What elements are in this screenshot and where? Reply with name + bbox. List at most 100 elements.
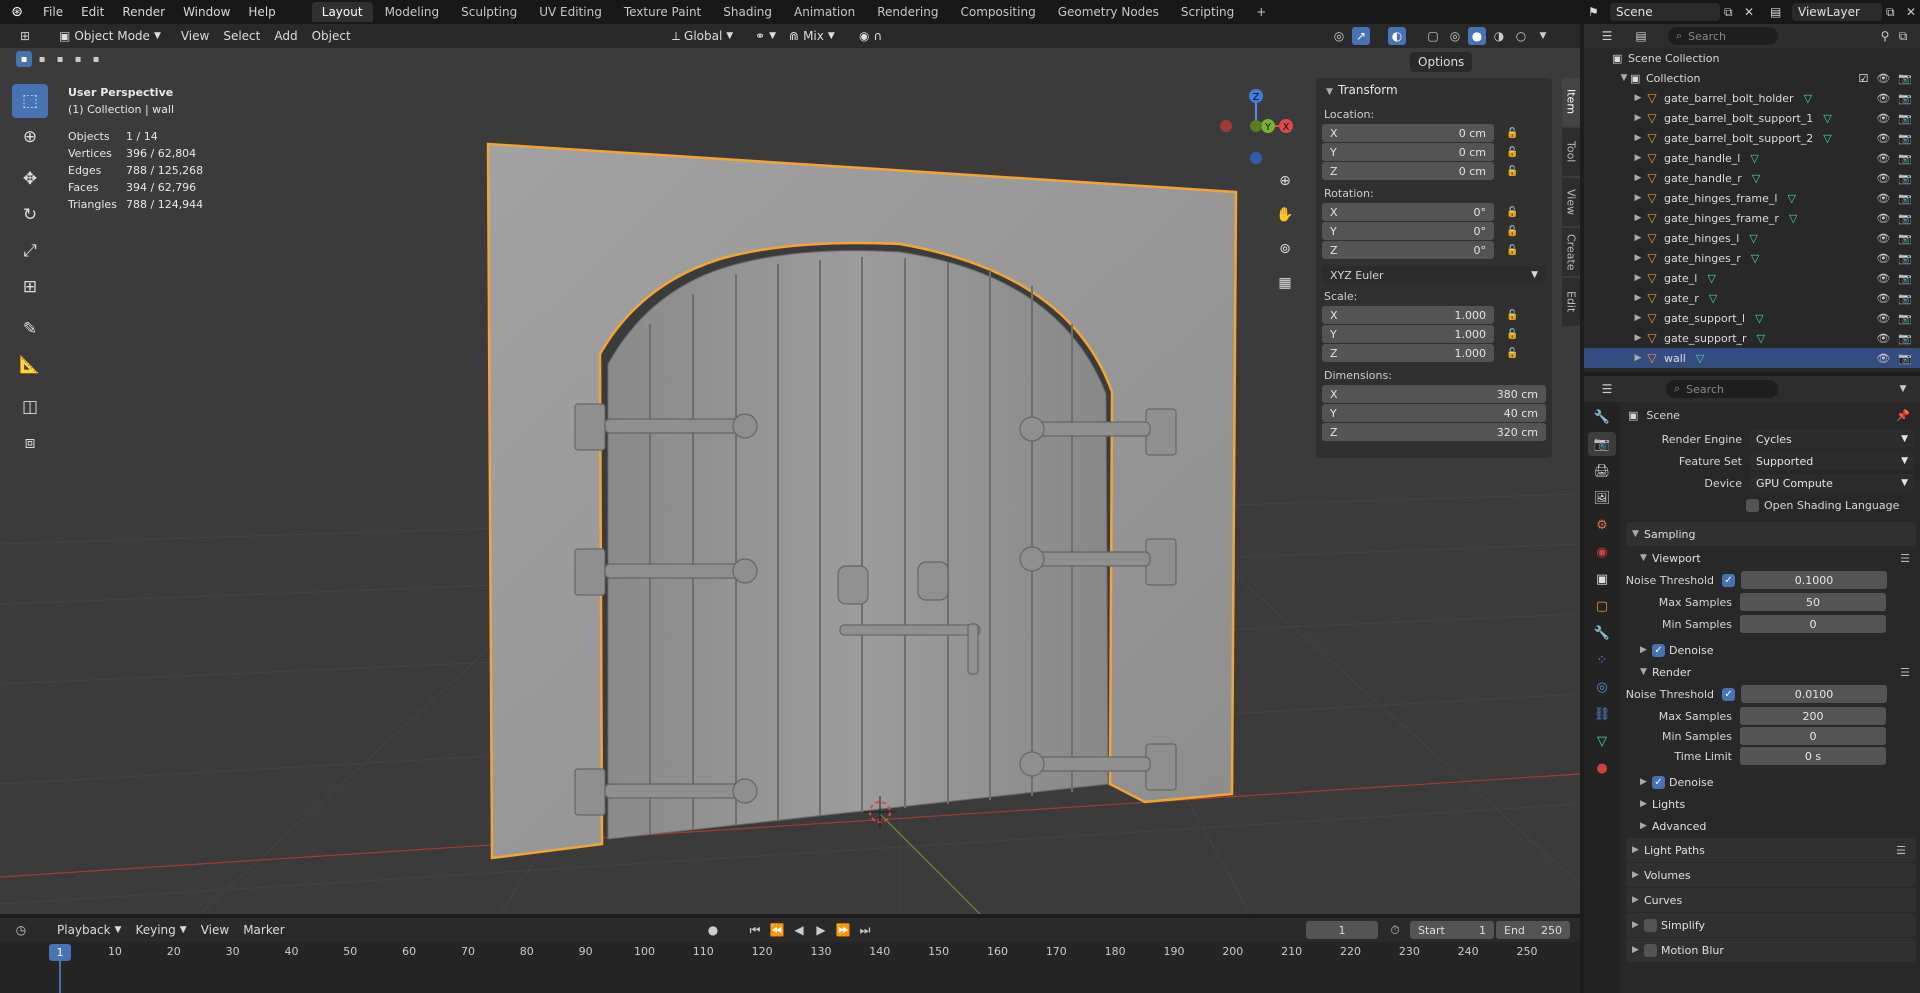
eye-icon[interactable]: 👁 bbox=[1876, 292, 1890, 305]
dimension-y-field[interactable]: Y 40 cm bbox=[1322, 404, 1546, 422]
rendered-shading-icon[interactable]: ○ bbox=[1512, 27, 1530, 45]
view-layer-icon[interactable]: ▤ bbox=[1770, 5, 1788, 19]
pan-hand-icon[interactable]: ✋ bbox=[1272, 202, 1298, 228]
outliner-object-row[interactable]: ▶ ▽ gate_hinges_frame_l ▽ 👁 📷 bbox=[1584, 188, 1920, 208]
snap-selector[interactable]: ⋒ Mix ▼ bbox=[782, 26, 842, 46]
light-paths-section[interactable]: ▶ Light Paths ☰ bbox=[1626, 838, 1916, 862]
timeline[interactable]: 10 20 30 40 50 60 70 80 90 100 110 120 130 140 150 160 1… bbox=[0, 942, 1580, 993]
jump-end-icon[interactable]: ⏭ bbox=[856, 921, 874, 939]
r-min-samples-field[interactable]: 0 bbox=[1740, 727, 1886, 745]
annotate-tool-icon[interactable]: ✎ bbox=[12, 312, 48, 346]
lock-icon[interactable]: 🔓 bbox=[1506, 166, 1520, 177]
tab-texture-paint[interactable]: Texture Paint bbox=[614, 2, 711, 22]
tab-rendering[interactable]: Rendering bbox=[867, 2, 948, 22]
lights-subsection[interactable]: ▶ Lights bbox=[1622, 793, 1920, 815]
camera-render-icon[interactable]: 📷 bbox=[1898, 212, 1912, 225]
outliner-search[interactable]: ⌕ Search bbox=[1668, 27, 1778, 45]
mesh-data-icon[interactable]: ▽ bbox=[1823, 112, 1831, 125]
tab-compositing[interactable]: Compositing bbox=[950, 2, 1045, 22]
menu-window[interactable]: Window bbox=[174, 0, 239, 24]
expand-arrow-icon[interactable]: ▶ bbox=[1632, 273, 1644, 283]
outliner-object-row[interactable]: ▶ ▽ gate_barrel_bolt_support_2 ▽ 👁 📷 bbox=[1584, 128, 1920, 148]
camera-render-icon[interactable]: 📷 bbox=[1898, 272, 1912, 285]
lock-icon[interactable]: 🔓 bbox=[1506, 310, 1520, 321]
gizmo-neg-z[interactable] bbox=[1250, 152, 1262, 164]
tab-tool[interactable]: Tool bbox=[1562, 128, 1580, 176]
viewport-subsection[interactable]: ▼ Viewport ☰ bbox=[1622, 547, 1920, 569]
expand-arrow-icon[interactable]: ▶ bbox=[1632, 233, 1644, 243]
menu-file[interactable]: File bbox=[34, 0, 72, 24]
menu-keying[interactable]: Keying ▼ bbox=[128, 920, 193, 940]
new-collection-icon[interactable]: ⧉ bbox=[1894, 27, 1912, 45]
delete-scene-icon[interactable]: ✕ bbox=[1744, 5, 1760, 19]
material-shading-icon[interactable]: ◑ bbox=[1490, 27, 1508, 45]
eye-icon[interactable]: 👁 bbox=[1876, 332, 1890, 345]
navigation-gizmo[interactable]: Z X Y bbox=[1216, 88, 1296, 168]
tab-edit[interactable]: Edit bbox=[1562, 278, 1580, 326]
rotate-tool-icon[interactable]: ↻ bbox=[12, 198, 48, 232]
tab-geometry-nodes[interactable]: Geometry Nodes bbox=[1048, 2, 1169, 22]
world-properties-icon[interactable]: ◉ bbox=[1588, 540, 1616, 564]
mesh-data-icon[interactable]: ▽ bbox=[1707, 272, 1715, 285]
mesh-data-icon[interactable]: ▽ bbox=[1755, 312, 1763, 325]
overlay-toggle-icon[interactable]: ◐ bbox=[1388, 27, 1406, 45]
list-icon[interactable]: ☰ bbox=[1900, 666, 1910, 679]
mesh-data-icon[interactable]: ▽ bbox=[1696, 352, 1704, 365]
gizmo-neg-x[interactable] bbox=[1220, 120, 1232, 132]
properties-search[interactable]: ⌕ Search bbox=[1666, 380, 1778, 398]
camera-render-icon[interactable]: 📷 bbox=[1898, 232, 1912, 245]
play-reverse-icon[interactable]: ◀ bbox=[790, 921, 808, 939]
scene-collection-row[interactable]: ▣ Scene Collection bbox=[1584, 48, 1920, 68]
scene-selector[interactable]: Scene bbox=[1610, 3, 1720, 21]
eye-icon[interactable]: 👁 bbox=[1876, 72, 1890, 85]
pin-icon[interactable]: 📌 bbox=[1896, 409, 1910, 422]
delete-view-layer-icon[interactable]: ✕ bbox=[1906, 5, 1920, 19]
dimension-x-field[interactable]: X 380 cm bbox=[1322, 385, 1546, 403]
menu-marker[interactable]: Marker bbox=[236, 920, 291, 940]
eye-icon[interactable]: 👁 bbox=[1876, 312, 1890, 325]
outliner-object-row[interactable]: ▶ ▽ gate_barrel_bolt_support_1 ▽ 👁 📷 bbox=[1584, 108, 1920, 128]
scale-x-field[interactable]: X 1.000 bbox=[1322, 306, 1494, 324]
select-invert-icon[interactable]: ▪ bbox=[70, 51, 86, 67]
simplify-checkbox[interactable] bbox=[1644, 918, 1657, 932]
eye-icon[interactable]: 👁 bbox=[1876, 272, 1890, 285]
render-subsection[interactable]: ▼ Render ☰ bbox=[1622, 661, 1920, 683]
render-properties-icon[interactable]: 📷 bbox=[1588, 432, 1616, 456]
camera-render-icon[interactable]: 📷 bbox=[1898, 332, 1912, 345]
expand-arrow-icon[interactable]: ▶ bbox=[1632, 93, 1644, 103]
primitive-tool-icon[interactable]: ⧈ bbox=[12, 426, 48, 460]
prev-keyframe-icon[interactable]: ⏪ bbox=[768, 921, 786, 939]
modifier-properties-icon[interactable]: 🔧 bbox=[1588, 621, 1616, 645]
scale-y-field[interactable]: Y 1.000 bbox=[1322, 325, 1494, 343]
material-properties-icon[interactable]: ● bbox=[1588, 756, 1616, 780]
lock-icon[interactable]: 🔓 bbox=[1506, 207, 1520, 218]
camera-render-icon[interactable]: 📷 bbox=[1898, 112, 1912, 125]
location-y-field[interactable]: Y0 cm bbox=[1322, 143, 1494, 161]
camera-render-icon[interactable]: 📷 bbox=[1898, 192, 1912, 205]
outliner-editor-icon[interactable]: ☰ bbox=[1598, 27, 1616, 45]
r-denoise-subsection[interactable]: ▶ ✓ Denoise bbox=[1622, 771, 1920, 793]
view-layer-properties-icon[interactable]: 🖼 bbox=[1588, 486, 1616, 510]
expand-arrow-icon[interactable]: ▶ bbox=[1632, 113, 1644, 123]
vp-denoise-subsection[interactable]: ▶ ✓ Denoise bbox=[1622, 639, 1920, 661]
menu-select[interactable]: Select bbox=[216, 26, 267, 46]
zoom-icon[interactable]: ⊕ bbox=[1272, 168, 1298, 194]
eye-icon[interactable]: 👁 bbox=[1876, 212, 1890, 225]
device-select[interactable]: GPU Compute ▼ bbox=[1750, 474, 1914, 492]
tab-item[interactable]: Item bbox=[1562, 78, 1580, 126]
add-cube-tool-icon[interactable]: ◫ bbox=[12, 390, 48, 424]
menu-view[interactable]: View bbox=[174, 26, 216, 46]
lock-icon[interactable]: 🔓 bbox=[1506, 226, 1520, 237]
mode-selector[interactable]: ▣ Object Mode ▼ bbox=[52, 26, 168, 46]
scale-z-field[interactable]: Z 1.000 bbox=[1322, 344, 1494, 362]
vp-max-samples-field[interactable]: 50 bbox=[1740, 593, 1886, 611]
outliner-object-row[interactable]: ▶ ▽ gate_handle_l ▽ 👁 📷 bbox=[1584, 148, 1920, 168]
vp-noise-threshold-field[interactable]: 0.1000 bbox=[1741, 571, 1887, 589]
eye-icon[interactable]: 👁 bbox=[1876, 152, 1890, 165]
constraint-properties-icon[interactable]: ⛓ bbox=[1588, 702, 1616, 726]
location-x-field[interactable]: X0 cm bbox=[1322, 124, 1494, 142]
end-frame-field[interactable]: End 250 bbox=[1496, 921, 1570, 939]
solid-shading-icon[interactable]: ● bbox=[1468, 27, 1486, 45]
menu-playback[interactable]: Playback ▼ bbox=[50, 920, 128, 940]
lock-icon[interactable]: 🔓 bbox=[1506, 147, 1520, 158]
